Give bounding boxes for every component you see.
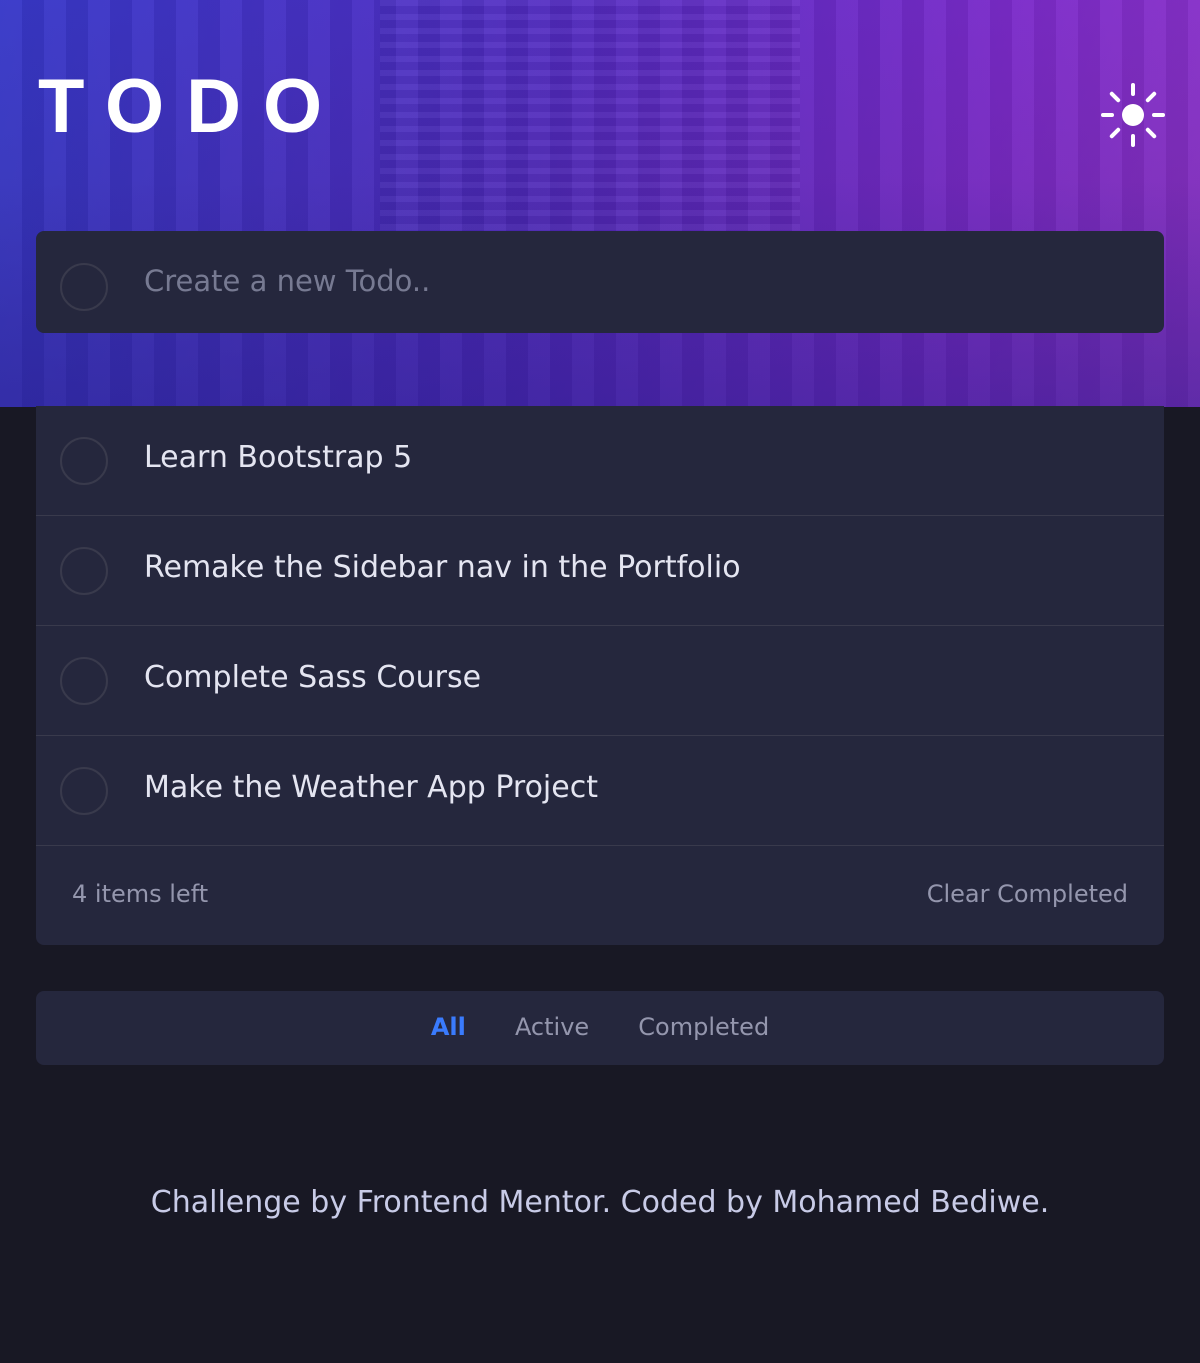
todo-item[interactable]: Complete Sass Course [36,626,1164,736]
todo-checkbox[interactable] [60,547,108,595]
clear-completed-button[interactable]: Clear Completed [927,879,1128,909]
todo-checkbox[interactable] [60,437,108,485]
new-todo-checkbox[interactable] [60,263,108,311]
todo-checkbox[interactable] [60,767,108,815]
todo-text: Remake the Sidebar nav in the Portfolio [144,550,741,585]
new-todo-bar [36,231,1164,333]
todo-checkbox[interactable] [60,657,108,705]
filter-completed[interactable]: Completed [638,1011,769,1043]
todo-text: Make the Weather App Project [144,770,598,805]
todo-item[interactable]: Learn Bootstrap 5 [36,406,1164,516]
todo-item[interactable]: Remake the Sidebar nav in the Portfolio [36,516,1164,626]
theme-toggle-button[interactable] [1100,82,1166,148]
todo-item[interactable]: Make the Weather App Project [36,736,1164,846]
todo-list: Learn Bootstrap 5 Remake the Sidebar nav… [36,406,1164,945]
todo-text: Complete Sass Course [144,660,482,695]
todo-text: Learn Bootstrap 5 [144,440,413,475]
filter-bar: All Active Completed [36,991,1164,1065]
app-title: TODO [38,64,345,149]
list-footer: 4 items left Clear Completed [36,846,1164,944]
items-left-count: 4 items left [72,880,209,908]
filter-active[interactable]: Active [515,1011,589,1043]
new-todo-input[interactable] [144,259,1124,303]
attribution-text: Challenge by Frontend Mentor. Coded by M… [150,1185,1050,1220]
sun-icon [1101,83,1165,147]
filter-all[interactable]: All [431,1011,466,1043]
